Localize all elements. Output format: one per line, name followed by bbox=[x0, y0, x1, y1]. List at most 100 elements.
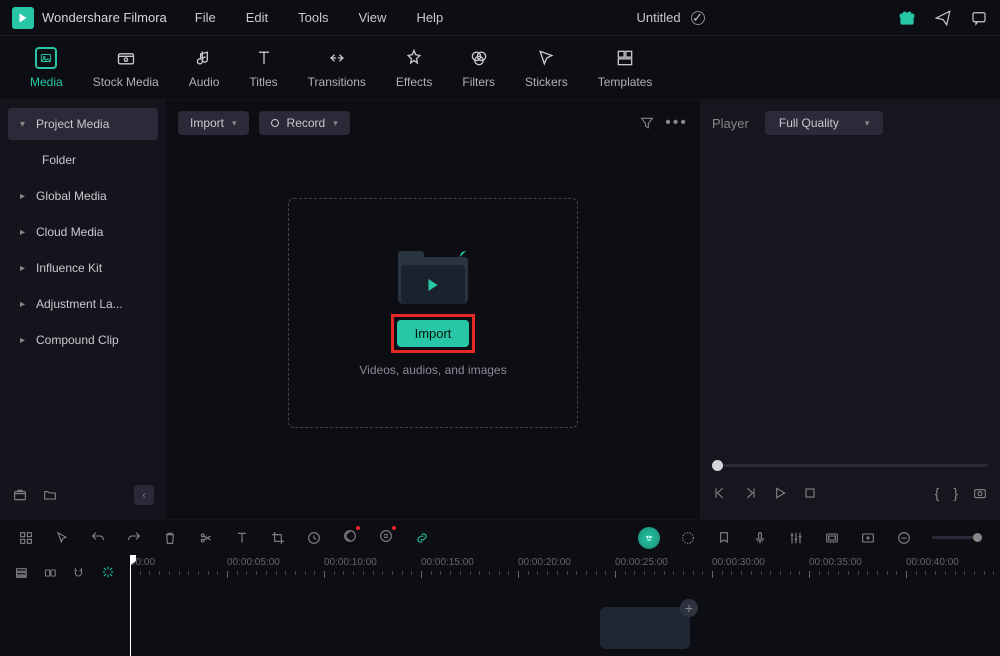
sidebar-item-folder[interactable]: Folder bbox=[8, 144, 158, 176]
title-bar: Wondershare Filmora File Edit Tools View… bbox=[0, 0, 1000, 36]
audio-icon bbox=[193, 47, 215, 69]
speed-button[interactable] bbox=[306, 530, 322, 546]
media-content-panel: Import ▾ Record ▾ ••• Import Videos, bbox=[166, 100, 700, 519]
templates-icon bbox=[614, 47, 636, 69]
ruler-label: 00:00:20:00 bbox=[518, 557, 571, 568]
tab-audio-label: Audio bbox=[189, 75, 220, 89]
import-button[interactable]: Import bbox=[397, 320, 470, 347]
voiceover-icon[interactable] bbox=[752, 530, 768, 546]
menu-help[interactable]: Help bbox=[416, 10, 443, 25]
mark-out-button[interactable]: } bbox=[953, 485, 958, 501]
color-button[interactable] bbox=[342, 528, 358, 544]
track-manage-icon[interactable] bbox=[14, 565, 29, 581]
filmora-logo-icon bbox=[12, 7, 34, 29]
play-button[interactable] bbox=[772, 485, 788, 501]
link-button[interactable] bbox=[414, 530, 430, 546]
player-label: Player bbox=[712, 116, 749, 131]
prev-frame-button[interactable] bbox=[712, 485, 728, 501]
menu-tools[interactable]: Tools bbox=[298, 10, 328, 25]
ai-assistant-button[interactable] bbox=[638, 527, 660, 549]
import-dropdown[interactable]: Import ▾ bbox=[178, 111, 249, 135]
quality-dropdown[interactable]: Full Quality ▾ bbox=[765, 111, 884, 135]
layout-icon[interactable] bbox=[18, 530, 34, 546]
tab-templates[interactable]: Templates bbox=[598, 47, 653, 89]
timeline-ruler[interactable]: 00:0000:00:05:0000:00:10:0000:00:15:0000… bbox=[130, 555, 1000, 656]
marker-icon[interactable] bbox=[716, 530, 732, 546]
tab-stickers[interactable]: Stickers bbox=[525, 47, 568, 89]
auto-ripple-icon[interactable] bbox=[100, 564, 116, 580]
more-options-button[interactable]: ••• bbox=[665, 114, 688, 132]
quality-label: Full Quality bbox=[779, 116, 839, 130]
tab-filters-label: Filters bbox=[462, 75, 495, 89]
tab-media[interactable]: Media bbox=[30, 47, 63, 89]
new-bin-icon[interactable] bbox=[12, 487, 28, 503]
redo-button[interactable] bbox=[126, 530, 142, 546]
collapse-sidebar-button[interactable]: ‹ bbox=[134, 485, 154, 505]
transitions-icon bbox=[326, 47, 348, 69]
record-dropdown-label: Record bbox=[287, 116, 326, 130]
playhead[interactable] bbox=[130, 555, 131, 656]
menu-edit[interactable]: Edit bbox=[246, 10, 268, 25]
sidebar-item-influence-kit[interactable]: ▸Influence Kit bbox=[8, 252, 158, 284]
magnet-icon[interactable] bbox=[71, 565, 86, 581]
menu-view[interactable]: View bbox=[358, 10, 386, 25]
sidebar-item-adjustment-layer[interactable]: ▸Adjustment La... bbox=[8, 288, 158, 320]
sidebar-item-label: Adjustment La... bbox=[36, 297, 123, 311]
add-clip-icon[interactable]: + bbox=[680, 599, 698, 617]
app-logo: Wondershare Filmora bbox=[12, 7, 167, 29]
sidebar-item-project-media[interactable]: ▾Project Media bbox=[8, 108, 158, 140]
delete-button[interactable] bbox=[162, 530, 178, 546]
gift-icon[interactable] bbox=[898, 9, 916, 27]
snapshot-button[interactable] bbox=[972, 485, 988, 501]
dropzone-hint: Videos, audios, and images bbox=[359, 363, 506, 377]
audio-mixer-icon[interactable] bbox=[788, 530, 804, 546]
sidebar-item-cloud-media[interactable]: ▸Cloud Media bbox=[8, 216, 158, 248]
player-progress-slider[interactable] bbox=[712, 455, 988, 475]
export-frame-icon[interactable] bbox=[860, 530, 876, 546]
filter-icon[interactable] bbox=[639, 115, 655, 131]
save-status-icon: ✓ bbox=[691, 11, 705, 25]
next-frame-button[interactable] bbox=[742, 485, 758, 501]
split-button[interactable] bbox=[198, 530, 214, 546]
tab-filters[interactable]: Filters bbox=[462, 47, 495, 89]
tab-transitions-label: Transitions bbox=[308, 75, 366, 89]
menu-file[interactable]: File bbox=[195, 10, 216, 25]
tab-transitions[interactable]: Transitions bbox=[308, 47, 366, 89]
sidebar-item-compound-clip[interactable]: ▸Compound Clip bbox=[8, 324, 158, 356]
record-dot-icon bbox=[271, 119, 279, 127]
ai-tool-button[interactable] bbox=[378, 528, 394, 544]
sidebar-item-label: Influence Kit bbox=[36, 261, 102, 275]
import-button-highlight: Import bbox=[391, 314, 476, 353]
tab-titles[interactable]: Titles bbox=[249, 47, 277, 89]
timeline-toolbar bbox=[0, 519, 1000, 555]
record-dropdown[interactable]: Record ▾ bbox=[259, 111, 350, 135]
ruler-label: 00:00:30:00 bbox=[712, 557, 765, 568]
send-icon[interactable] bbox=[934, 9, 952, 27]
tab-effects[interactable]: Effects bbox=[396, 47, 432, 89]
render-icon[interactable] bbox=[824, 530, 840, 546]
folder-illustration bbox=[398, 249, 468, 304]
crop-button[interactable] bbox=[270, 530, 286, 546]
zoom-slider[interactable] bbox=[932, 536, 982, 539]
tab-stock-media-label: Stock Media bbox=[93, 75, 159, 89]
stop-button[interactable] bbox=[802, 485, 818, 501]
sidebar-item-global-media[interactable]: ▸Global Media bbox=[8, 180, 158, 212]
feedback-icon[interactable] bbox=[970, 9, 988, 27]
zoom-out-button[interactable] bbox=[896, 530, 912, 546]
mixer-icon[interactable] bbox=[680, 530, 696, 546]
document-title[interactable]: Untitled bbox=[637, 10, 681, 25]
new-folder-icon[interactable] bbox=[42, 487, 58, 503]
undo-button[interactable] bbox=[90, 530, 106, 546]
mark-in-button[interactable]: { bbox=[935, 485, 940, 501]
placeholder-clip[interactable]: + bbox=[600, 607, 690, 649]
import-dropzone[interactable]: Import Videos, audios, and images bbox=[288, 198, 578, 428]
tab-media-label: Media bbox=[30, 75, 63, 89]
text-tool-button[interactable] bbox=[234, 530, 250, 546]
sidebar-item-label: Compound Clip bbox=[36, 333, 119, 347]
pointer-icon[interactable] bbox=[54, 530, 70, 546]
tab-stock-media[interactable]: Stock Media bbox=[93, 47, 159, 89]
media-icon bbox=[35, 47, 57, 69]
sidebar-item-label: Cloud Media bbox=[36, 225, 103, 239]
track-link-icon[interactable] bbox=[43, 565, 58, 581]
tab-audio[interactable]: Audio bbox=[189, 47, 220, 89]
